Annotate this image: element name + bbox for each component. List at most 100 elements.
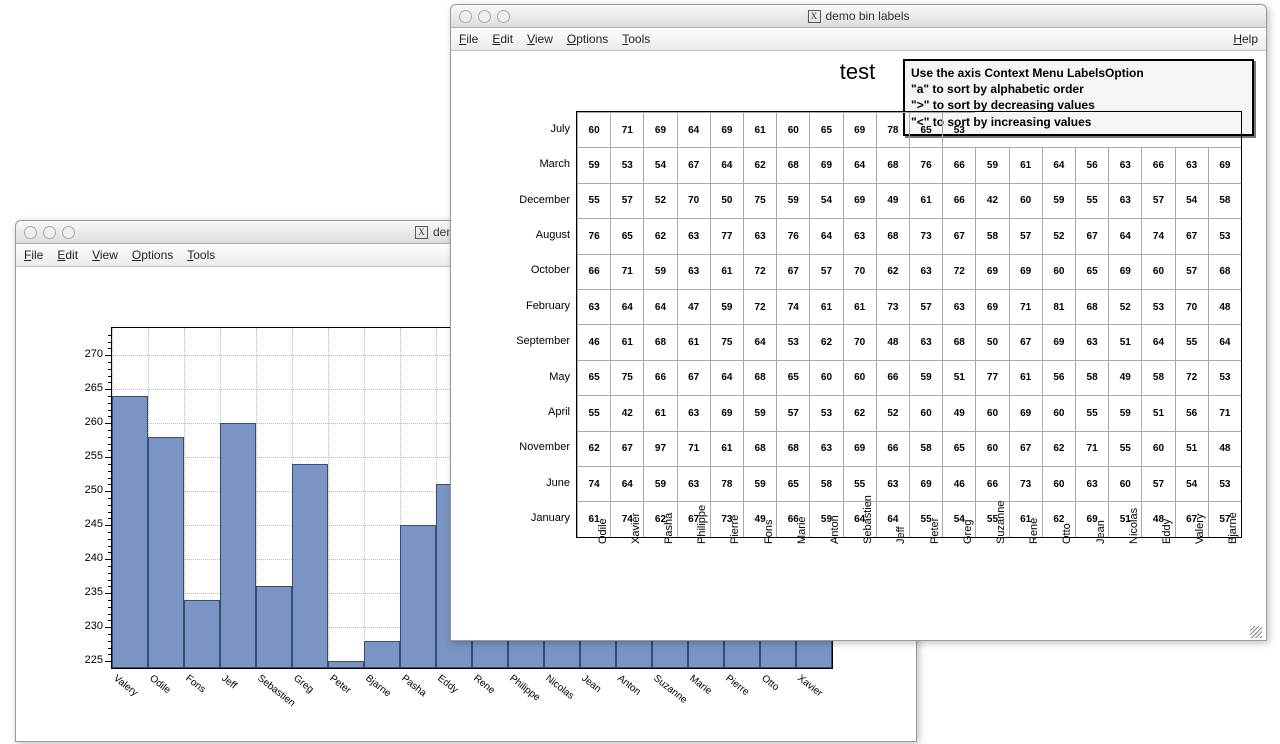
cell: 59 [577,147,610,182]
x-category: Bjarne [1227,512,1239,544]
cell: 65 [610,218,643,253]
cell: 51 [1108,324,1141,359]
resize-handle-icon[interactable] [1250,626,1262,638]
cell: 69 [710,112,743,147]
cell: 60 [1141,431,1174,466]
table-canvas[interactable]: test Use the axis Context Menu LabelsOpt… [451,51,1264,640]
menu-view[interactable]: View [92,248,118,262]
cell: 64 [610,466,643,501]
cell: 57 [909,289,942,324]
cell: 69 [909,466,942,501]
x-category: Jeff [895,526,907,544]
minimize-icon[interactable] [478,10,491,23]
cell: 69 [643,112,676,147]
menu-file[interactable]: File [24,248,43,262]
cell: 60 [975,431,1008,466]
cell: 69 [1009,395,1042,430]
zoom-icon[interactable] [497,10,510,23]
y-category: June [496,477,570,489]
cell: 58 [1141,360,1174,395]
cell: 53 [610,147,643,182]
x-category: Peter [929,518,941,544]
cell: 62 [876,254,909,289]
cell: 48 [876,324,909,359]
x-tick: Xavier [795,673,824,699]
cell: 67 [610,431,643,466]
menu-edit[interactable]: Edit [57,248,78,262]
cell: 62 [1042,431,1075,466]
cell: 68 [1208,254,1241,289]
cell: 58 [809,466,842,501]
cell: 78 [710,466,743,501]
cell: 64 [643,289,676,324]
x-category: Jean [1095,520,1107,544]
y-category: September [496,335,570,347]
cell: 66 [876,360,909,395]
cell: 63 [809,431,842,466]
menu-tools[interactable]: Tools [622,32,650,46]
y-category: May [496,371,570,383]
cell: 66 [975,466,1008,501]
cell: 63 [1075,324,1108,359]
cell: 60 [577,112,610,147]
cell: 53 [776,324,809,359]
cell: 59 [710,289,743,324]
cell: 65 [942,431,975,466]
cell: 63 [577,289,610,324]
cell: 65 [909,112,942,147]
cell: 66 [942,183,975,218]
heatmap-grid[interactable]: 6071696469616065697865535953546764626869… [576,111,1242,538]
close-icon[interactable] [24,226,37,239]
minimize-icon[interactable] [43,226,56,239]
menu-help[interactable]: Help [1233,32,1258,46]
cell: 66 [942,147,975,182]
cell: 59 [743,395,776,430]
menu-view[interactable]: View [527,32,553,46]
cell: 69 [1009,254,1042,289]
bar [364,641,400,668]
cell: 54 [1175,466,1208,501]
cell: 42 [610,395,643,430]
menu-options[interactable]: Options [132,248,173,262]
titlebar[interactable]: Xdemo bin labels [451,5,1266,28]
x-category: Marie [796,516,808,544]
cell: 57 [809,254,842,289]
zoom-icon[interactable] [62,226,75,239]
cell: 47 [677,289,710,324]
menu-edit[interactable]: Edit [492,32,513,46]
bar [148,437,184,668]
cell: 49 [876,183,909,218]
y-category: March [496,158,570,170]
x-category: Eddy [1161,519,1173,544]
cell: 57 [1175,254,1208,289]
cell: 60 [1141,254,1174,289]
y-tick: 265 [63,382,103,394]
cell: 63 [909,324,942,359]
y-tick: 235 [63,586,103,598]
cell: 63 [677,218,710,253]
cell: 67 [1075,218,1108,253]
cell: 62 [577,431,610,466]
cell: 75 [710,324,743,359]
cell: 53 [1208,466,1241,501]
cell: 59 [743,466,776,501]
cell: 69 [1208,147,1241,182]
cell: 63 [743,218,776,253]
cell: 66 [643,360,676,395]
bar [112,396,148,668]
close-icon[interactable] [459,10,472,23]
x-category: Valery [1194,513,1206,543]
menu-tools[interactable]: Tools [187,248,215,262]
cell: 48 [1208,431,1241,466]
cell: 68 [776,431,809,466]
cell: 61 [610,324,643,359]
cell: 71 [677,431,710,466]
cell: 51 [1175,431,1208,466]
x-tick: Marie [687,673,713,697]
cell: 55 [1175,324,1208,359]
menu-options[interactable]: Options [567,32,608,46]
cell: 64 [677,112,710,147]
x-category: Xavier [630,513,642,544]
menu-file[interactable]: File [459,32,478,46]
cell: 65 [1075,254,1108,289]
